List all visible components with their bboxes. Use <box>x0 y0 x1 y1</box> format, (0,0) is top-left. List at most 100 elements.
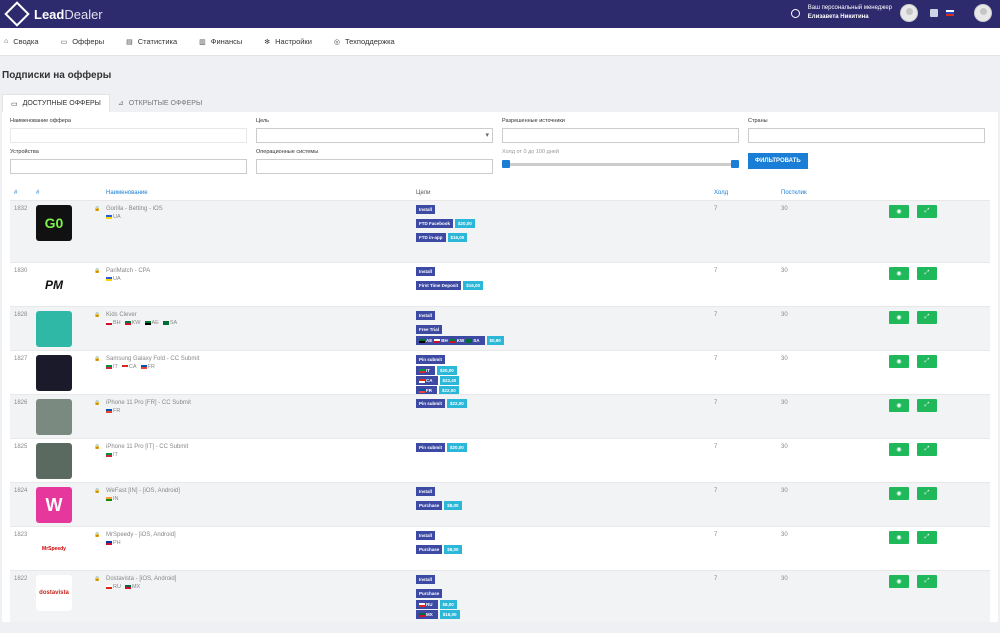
devices-input[interactable] <box>10 159 247 174</box>
expand-button[interactable]: ⤢ <box>917 355 937 368</box>
offer-name[interactable]: MrSpeedy - [iOS, Android] <box>106 532 416 538</box>
expand-button[interactable]: ⤢ <box>917 443 937 456</box>
goal-select[interactable] <box>256 128 493 143</box>
table-row: 1823 MrSpeedy 🔒 MrSpeedy - [iOS, Android] PH… <box>10 526 990 570</box>
offer-geo: UA <box>106 276 416 282</box>
countries-input[interactable] <box>748 128 985 143</box>
flag-icon <box>106 214 112 219</box>
lock-icon: 🔒 <box>94 576 101 582</box>
flag-icon <box>434 338 441 343</box>
col-postclick[interactable]: Постклик <box>781 190 889 196</box>
goal-subprices: IT $20,00 CA $22,40 FR $22,00 <box>416 366 714 395</box>
clock-icon[interactable] <box>790 8 800 18</box>
flag-icon <box>419 338 425 343</box>
expand-button[interactable]: ⤢ <box>917 205 937 218</box>
tab-label: ОТКРЫТЫЕ ОФФЕРЫ <box>128 99 203 107</box>
eye-icon: ◉ <box>896 315 902 321</box>
devices-label: Устройства <box>10 149 39 155</box>
goal-badge: Pin submit <box>416 399 446 408</box>
postclick-value: 30 <box>781 268 788 274</box>
nav-item-settings[interactable]: ✻ Настройки <box>264 37 312 46</box>
offer-image-cell <box>36 307 94 350</box>
logo[interactable]: Lead Dealer <box>4 1 103 27</box>
view-button[interactable]: ◉ <box>889 311 909 324</box>
nav-item-offers[interactable]: ▭ Офферы <box>61 37 105 46</box>
sources-input[interactable] <box>502 128 739 143</box>
expand-button[interactable]: ⤢ <box>917 399 937 412</box>
slider-handle-min[interactable] <box>502 160 510 168</box>
table-row: 1830 PM 🔒 PariMatch - CPA UA Install First Tim… <box>10 262 990 306</box>
geo-code: CA <box>128 364 137 370</box>
tab-available-offers[interactable]: ▭ ДОСТУПНЫЕ ОФФЕРЫ <box>2 94 110 112</box>
offer-name[interactable]: Samsung Galaxy Fold - CC Submit <box>106 356 416 362</box>
col-image[interactable]: # <box>36 190 94 196</box>
offer-name-cell: WeFast [IN] - [iOS, Android] IN <box>106 483 416 526</box>
expand-button[interactable]: ⤢ <box>917 311 937 324</box>
app-logo <box>36 311 72 347</box>
view-button[interactable]: ◉ <box>889 399 909 412</box>
user-avatar[interactable] <box>974 4 992 22</box>
country-code: IT <box>426 368 430 373</box>
offer-goals: Install Purchase $8,00 <box>416 527 714 570</box>
view-button[interactable]: ◉ <box>889 205 909 218</box>
manager-avatar[interactable] <box>900 4 918 22</box>
offer-name[interactable]: Dostavista - [iOS, Android] <box>106 576 416 582</box>
nav-item-summary[interactable]: ⌂ Сводка <box>4 37 39 46</box>
os-input[interactable] <box>256 159 493 174</box>
geo-item: MX <box>124 584 140 590</box>
view-button[interactable]: ◉ <box>889 355 909 368</box>
offer-name[interactable]: iPhone 11 Pro [IT] - CC Submit <box>106 444 416 450</box>
table-row: 1832 G0 🔒 Gorilla - Betting - iOS UA Install F… <box>10 200 990 262</box>
language-flag-icon[interactable] <box>946 10 954 16</box>
offer-name[interactable]: Gorilla - Betting - iOS <box>106 206 416 212</box>
offer-name-input[interactable] <box>10 128 247 143</box>
col-name[interactable]: Наименование <box>106 190 416 196</box>
price-badge: $20,00 <box>447 443 467 452</box>
view-button[interactable]: ◉ <box>889 267 909 280</box>
nav-item-stats[interactable]: ▤ Статистика <box>126 37 177 46</box>
subprice-row: MX $16,00 <box>416 610 714 619</box>
expand-button[interactable]: ⤢ <box>917 487 937 500</box>
goal-line: Free Trial <box>416 325 714 334</box>
nav-item-finance[interactable]: ▥ Финансы <box>199 37 242 46</box>
geo-code: IT <box>113 452 118 458</box>
table-header: # # Наименование Цели Холд Постклик <box>10 186 990 200</box>
hold-slider[interactable] <box>502 159 739 169</box>
slider-handle-max[interactable] <box>731 160 739 168</box>
view-button[interactable]: ◉ <box>889 487 909 500</box>
goal-line: Install <box>416 487 714 496</box>
eye-icon: ◉ <box>896 271 902 277</box>
flag-icon <box>106 496 112 501</box>
offer-id: 1828 <box>14 312 28 318</box>
expand-button[interactable]: ⤢ <box>917 267 937 280</box>
view-button[interactable]: ◉ <box>889 575 909 588</box>
tab-open-offers[interactable]: ⊿ ОТКРЫТЫЕ ОФФЕРЫ <box>110 94 210 112</box>
filter-button[interactable]: ФИЛЬТРОВАТЬ <box>748 153 808 169</box>
offer-name[interactable]: WeFast [IN] - [iOS, Android] <box>106 488 416 494</box>
view-button[interactable]: ◉ <box>889 443 909 456</box>
country-badge: IT <box>416 366 435 375</box>
app-logo <box>36 355 72 391</box>
flag-icon <box>419 368 425 373</box>
filters: Наименование оффера Цель Разрешенные ист… <box>10 118 990 174</box>
expand-button[interactable]: ⤢ <box>917 575 937 588</box>
view-button[interactable]: ◉ <box>889 531 909 544</box>
col-id[interactable]: # <box>10 190 36 196</box>
expand-button[interactable]: ⤢ <box>917 531 937 544</box>
goal-line: Install <box>416 575 714 584</box>
offers-panel: Наименование оффера Цель Разрешенные ист… <box>2 112 998 622</box>
manager-info: Ваш персональный менеджер Елизавета Ники… <box>808 4 892 22</box>
offer-name[interactable]: Kids Clever <box>106 312 416 318</box>
offer-name[interactable]: PariMatch - CPA <box>106 268 416 274</box>
row-actions: ◉ ⤢ <box>889 201 937 262</box>
goal-badge: Install <box>416 575 436 584</box>
offer-name[interactable]: iPhone 11 Pro [FR] - CC Submit <box>106 400 416 406</box>
app-logo: MrSpeedy <box>36 531 72 567</box>
notifications-icon[interactable] <box>930 9 938 17</box>
geo-code: UA <box>113 214 121 220</box>
flag-icon <box>106 320 112 325</box>
hold-value: 7 <box>714 444 718 450</box>
logo-text-bold: Lead <box>34 6 65 22</box>
col-hold[interactable]: Холд <box>714 190 781 196</box>
nav-item-support[interactable]: ◎ Техподдержка <box>334 37 395 46</box>
